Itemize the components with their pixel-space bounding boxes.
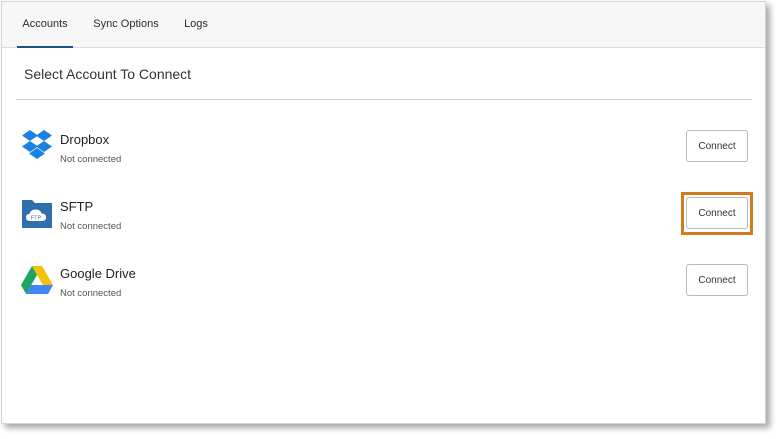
account-status: Not connected (60, 154, 122, 165)
account-row-sftp: FTP SFTP Not connected Connect (16, 193, 756, 243)
account-status: Not connected (60, 288, 122, 299)
sftp-icon: FTP (20, 195, 54, 229)
connect-google-drive-button[interactable]: Connect (686, 264, 748, 296)
account-name: SFTP (60, 199, 94, 214)
connect-sftp-button[interactable]: Connect (686, 197, 748, 229)
tab-logs[interactable]: Logs (178, 2, 214, 48)
page-heading: Select Account To Connect (24, 66, 192, 82)
connect-dropbox-button[interactable]: Connect (686, 130, 748, 162)
google-drive-icon (20, 262, 54, 296)
account-status: Not connected (60, 221, 122, 232)
tab-bar: Accounts Sync Options Logs (2, 2, 765, 48)
app-window: Accounts Sync Options Logs Select Accoun… (1, 1, 766, 424)
svg-text:FTP: FTP (31, 216, 42, 222)
tab-sync-options[interactable]: Sync Options (90, 2, 162, 48)
account-row-google-drive: Google Drive Not connected Connect (16, 260, 756, 310)
account-name: Google Drive (60, 266, 136, 281)
tab-accounts[interactable]: Accounts (17, 2, 73, 48)
dropbox-icon (20, 128, 54, 162)
account-name: Dropbox (60, 132, 110, 147)
heading-divider (16, 99, 752, 100)
account-row-dropbox: Dropbox Not connected Connect (16, 126, 756, 176)
